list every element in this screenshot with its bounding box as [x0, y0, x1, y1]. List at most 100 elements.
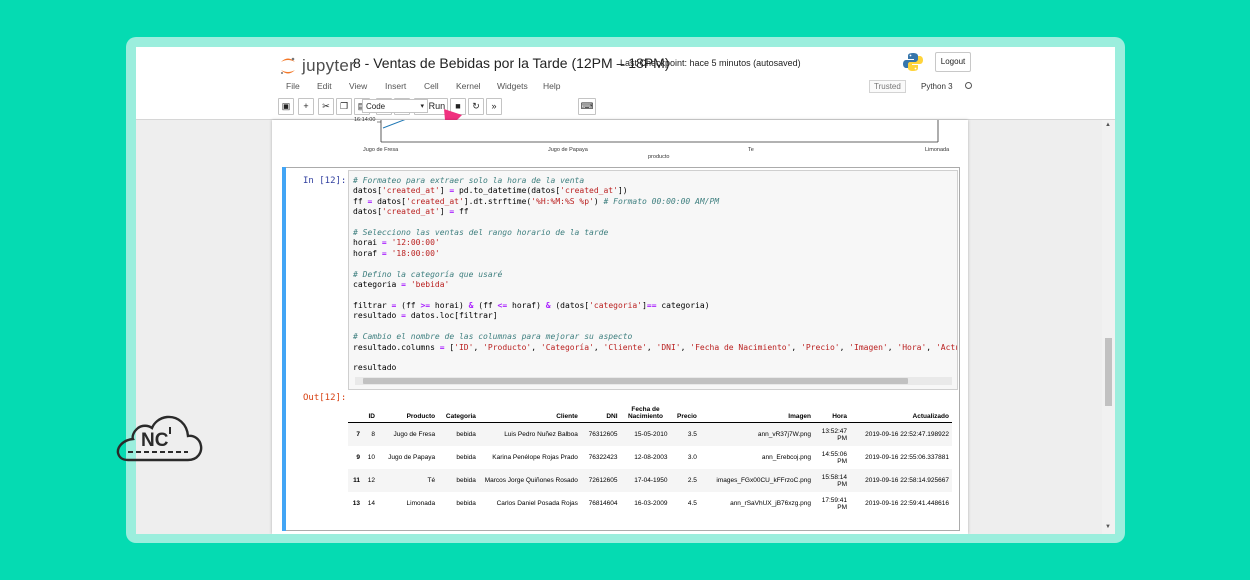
page-vertical-scrollbar[interactable]: ▲ ▼: [1102, 120, 1115, 534]
table-cell: images_FGx00CU_kFFrzoC.png: [699, 469, 815, 492]
cell-selection-bar: [282, 167, 286, 531]
table-cell: ann_vR37j7W.png: [699, 422, 815, 446]
scroll-up-icon[interactable]: ▲: [1105, 122, 1111, 128]
table-cell: ann_rSaVhUX_jB76xzg.png: [730, 500, 812, 507]
plot-xlabel: producto: [648, 154, 670, 160]
table-cell: 17:59:41 PM: [821, 496, 848, 511]
row-index: 7: [348, 422, 363, 446]
checkpoint-status: Last Checkpoint: hace 5 minutos (autosav…: [620, 58, 801, 68]
menu-widgets[interactable]: Widgets: [497, 81, 528, 91]
table-cell: Jugo de Papaya: [388, 454, 436, 461]
table-cell: 13:52:47 PM: [814, 422, 851, 446]
python-logo-icon: [903, 53, 923, 71]
logout-button[interactable]: Logout: [935, 52, 971, 72]
table-cell: bebida: [438, 469, 479, 492]
scrollbar-thumb[interactable]: [363, 378, 908, 384]
column-header: Producto: [378, 396, 439, 423]
menu-edit[interactable]: Edit: [317, 81, 332, 91]
table-row: 9 10 Jugo de Papaya bebida Karina Penélo…: [348, 446, 952, 469]
code-text: # Formateo para extraer solo la hora de …: [353, 176, 957, 373]
column-header: Imagen: [699, 396, 815, 423]
table-cell: 76312605: [580, 422, 621, 446]
column-header: DNI: [580, 396, 621, 423]
menu-cell[interactable]: Cell: [424, 81, 439, 91]
menu-insert[interactable]: Insert: [385, 81, 406, 91]
plot-xtick: Jugo de Papaya: [548, 147, 588, 153]
insert-cell-button[interactable]: +: [298, 98, 314, 115]
column-header: Precio: [670, 396, 700, 423]
table-cell: 3.5: [670, 422, 700, 446]
kernel-name[interactable]: Python 3: [921, 82, 953, 91]
jupyter-logo[interactable]: jupyter: [278, 54, 355, 78]
table-cell: Luis Pedro Nuñez Balboa: [478, 422, 581, 446]
save-icon: ▣: [281, 101, 291, 111]
scrollbar-thumb[interactable]: [1105, 338, 1112, 406]
table-cell: 15:58:14 PM: [814, 469, 851, 492]
input-prompt: In [12]:: [303, 176, 347, 186]
table-cell: bebida: [456, 500, 476, 507]
kernel-status-icon: [965, 82, 972, 89]
row-index: 11: [348, 469, 363, 492]
menu-help[interactable]: Help: [543, 81, 560, 91]
notebook-header: jupyter 8 - Ventas de Bebidas por la Tar…: [136, 47, 1115, 120]
menu-file[interactable]: File: [286, 81, 300, 91]
code-horizontal-scrollbar[interactable]: [355, 377, 952, 385]
cut-button[interactable]: ✂: [318, 98, 334, 115]
table-cell: 17-04-1950: [620, 469, 671, 492]
menu-kernel[interactable]: Kernel: [456, 81, 481, 91]
table-cell: 16-03-2009: [634, 500, 668, 507]
table-row: 7 8 Jugo de Fresa bebida Luis Pedro Nuñe…: [348, 422, 952, 446]
plot-ytick: 16:14:00: [354, 117, 376, 123]
nc-text: NC: [141, 430, 169, 451]
table-header-row: ID Producto Categoria Cliente DNI Fecha …: [348, 396, 952, 423]
column-header: [348, 396, 363, 423]
save-button[interactable]: ▣: [278, 98, 294, 115]
column-header: Categoria: [438, 396, 479, 423]
keyboard-icon: ⌨: [580, 101, 594, 111]
code-editor[interactable]: # Formateo para extraer solo la hora de …: [348, 170, 958, 390]
column-header: Actualizado: [850, 396, 952, 423]
table-cell: 10: [367, 454, 375, 461]
nc-brand-logo: NC: [114, 406, 204, 464]
table-cell: 8: [363, 422, 378, 446]
code-cell-selected[interactable]: In [12]: # Formateo para extraer solo la…: [282, 167, 960, 531]
table-cell: 76814604: [588, 500, 618, 507]
scroll-down-icon[interactable]: ▼: [1105, 524, 1111, 530]
table-cell: 14: [367, 500, 375, 507]
notebook-container: 16:14:00 Jugo de Fresa Jugo de Papaya Te…: [272, 117, 968, 534]
table-cell: ann_Erebcoj.png: [761, 454, 812, 461]
copy-icon: ❐: [339, 101, 349, 111]
plus-icon: +: [303, 101, 309, 111]
table-cell: 14:55:06 PM: [821, 450, 848, 465]
output-prompt: Out[12]:: [303, 393, 347, 403]
column-header: Cliente: [478, 396, 581, 423]
table-cell: 2019-09-16 22:59:41.448616: [865, 500, 949, 507]
table-cell: Carlos Daniel Posada Rojas: [496, 500, 578, 507]
table-cell: 2019-09-16 22:58:14.925667: [850, 469, 952, 492]
column-header: Fecha de Nacimiento: [620, 396, 671, 423]
row-index: 9: [356, 454, 360, 461]
command-palette-button[interactable]: ⌨: [578, 98, 596, 115]
table-cell: bebida: [438, 422, 479, 446]
restart-run-all-button[interactable]: »: [486, 98, 502, 115]
table-cell: Marcos Jorge Quiñones Rosado: [478, 469, 581, 492]
table-cell: 15-05-2010: [620, 422, 671, 446]
chevron-down-icon: ▾: [420, 103, 424, 110]
dataframe-output: ID Producto Categoria Cliente DNI Fecha …: [348, 396, 952, 515]
plot-xtick: Jugo de Fresa: [363, 147, 399, 153]
table-cell: 76322423: [588, 454, 618, 461]
table-cell: Té: [378, 469, 439, 492]
table-row: 11 12 Té bebida Marcos Jorge Quiñones Ro…: [348, 469, 952, 492]
table-cell: 2019-09-16 22:55:06.337881: [865, 454, 949, 461]
table-cell: 12-08-2003: [634, 454, 668, 461]
table-cell: Limonada: [406, 500, 436, 507]
column-header: Hora: [814, 396, 851, 423]
plot-xtick: Limonada: [925, 147, 950, 153]
trusted-badge[interactable]: Trusted: [869, 80, 906, 93]
plot-remnant: 16:14:00 Jugo de Fresa Jugo de Papaya Te…: [272, 117, 968, 162]
table-row: 13 14 Limonada bebida Carlos Daniel Posa…: [348, 492, 952, 515]
cell-type-select[interactable]: Code ▾: [362, 99, 428, 113]
jupyter-logo-icon: [281, 57, 295, 74]
menu-view[interactable]: View: [349, 81, 367, 91]
copy-button[interactable]: ❐: [336, 98, 352, 115]
